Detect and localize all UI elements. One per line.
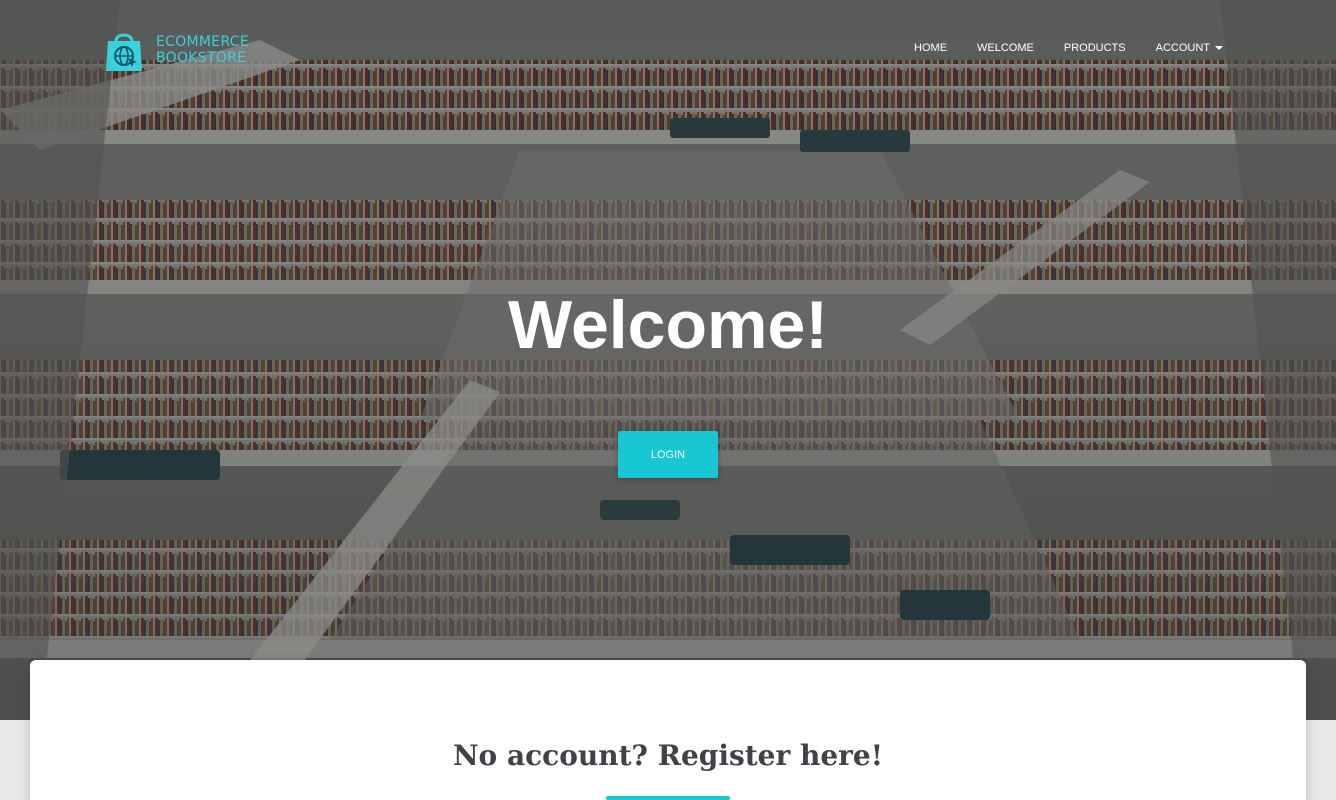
caret-down-icon (1215, 46, 1223, 50)
title-underline (606, 796, 730, 800)
nav-item-home[interactable]: HOME (914, 42, 947, 54)
top-navbar: ECOMMERCE BOOKSTORE HOME WELCOME PRODUCT… (0, 0, 1336, 100)
shopping-bag-globe-icon (106, 33, 142, 71)
brand-logo-link[interactable]: ECOMMERCE BOOKSTORE (102, 26, 262, 74)
register-title: No account? Register here! (452, 739, 884, 772)
nav-item-account[interactable]: ACCOUNT (1156, 42, 1223, 54)
nav-item-account-label: ACCOUNT (1155, 42, 1210, 54)
nav-item-welcome[interactable]: WELCOME (977, 42, 1034, 54)
main-nav: HOME WELCOME PRODUCTS ACCOUNT (884, 42, 1223, 54)
login-button[interactable]: LOGIN (618, 431, 718, 478)
brand-line-1: ECOMMERCE (156, 34, 249, 50)
hero-title: Welcome! (508, 287, 828, 363)
register-card: No account? Register here! (30, 660, 1306, 800)
brand-line-2: BOOKSTORE (156, 50, 247, 66)
brand-name: ECOMMERCE BOOKSTORE (156, 34, 249, 66)
nav-item-products[interactable]: PRODUCTS (1064, 42, 1126, 54)
